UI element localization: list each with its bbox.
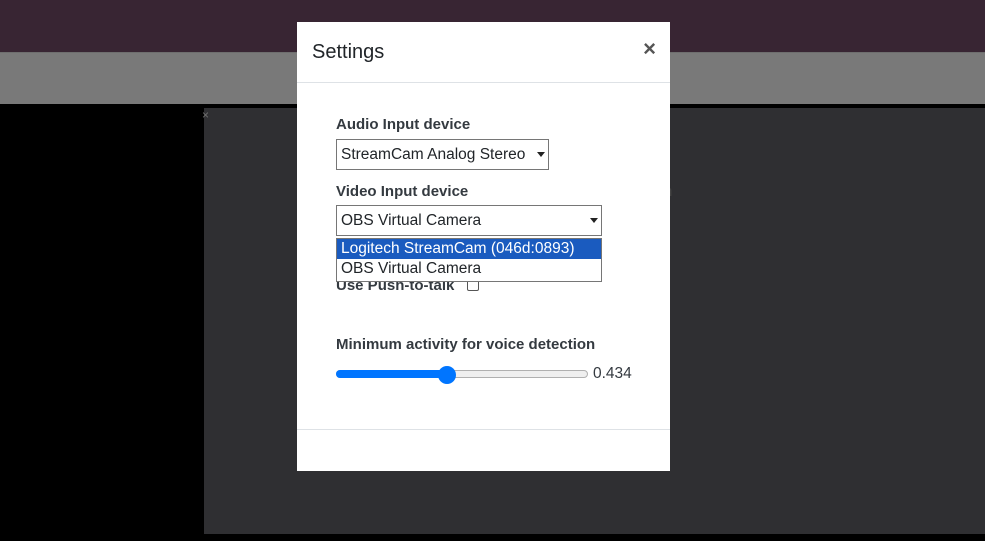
chevron-down-icon bbox=[537, 152, 545, 157]
close-icon[interactable]: × bbox=[643, 38, 656, 60]
video-input-value: OBS Virtual Camera bbox=[341, 212, 482, 229]
slider-fill bbox=[336, 370, 447, 378]
audio-input-value: StreamCam Analog Stereo bbox=[341, 146, 526, 163]
audio-input-label: Audio Input device bbox=[336, 116, 471, 133]
slider-thumb[interactable] bbox=[437, 366, 456, 384]
voice-detection-label: Minimum activity for voice detection bbox=[336, 336, 596, 353]
settings-dialog: Settings × Audio Input device StreamCam … bbox=[297, 22, 670, 471]
video-input-label: Video Input device bbox=[336, 183, 469, 200]
voice-detection-slider[interactable] bbox=[336, 366, 590, 384]
dialog-footer bbox=[297, 429, 670, 472]
video-input-dropdown: Logitech StreamCam (046d:0893) OBS Virtu… bbox=[336, 238, 602, 282]
audio-input-select[interactable]: StreamCam Analog Stereo bbox=[336, 139, 549, 170]
chevron-down-icon bbox=[590, 218, 598, 223]
dialog-header: Settings × bbox=[297, 22, 670, 83]
dialog-title: Settings bbox=[312, 41, 385, 63]
video-input-select[interactable]: OBS Virtual Camera bbox=[336, 205, 602, 236]
voice-detection-value: 0.434 bbox=[593, 365, 632, 382]
video-option-obs[interactable]: OBS Virtual Camera bbox=[337, 259, 601, 279]
video-option-logitech[interactable]: Logitech StreamCam (046d:0893) bbox=[337, 239, 601, 259]
